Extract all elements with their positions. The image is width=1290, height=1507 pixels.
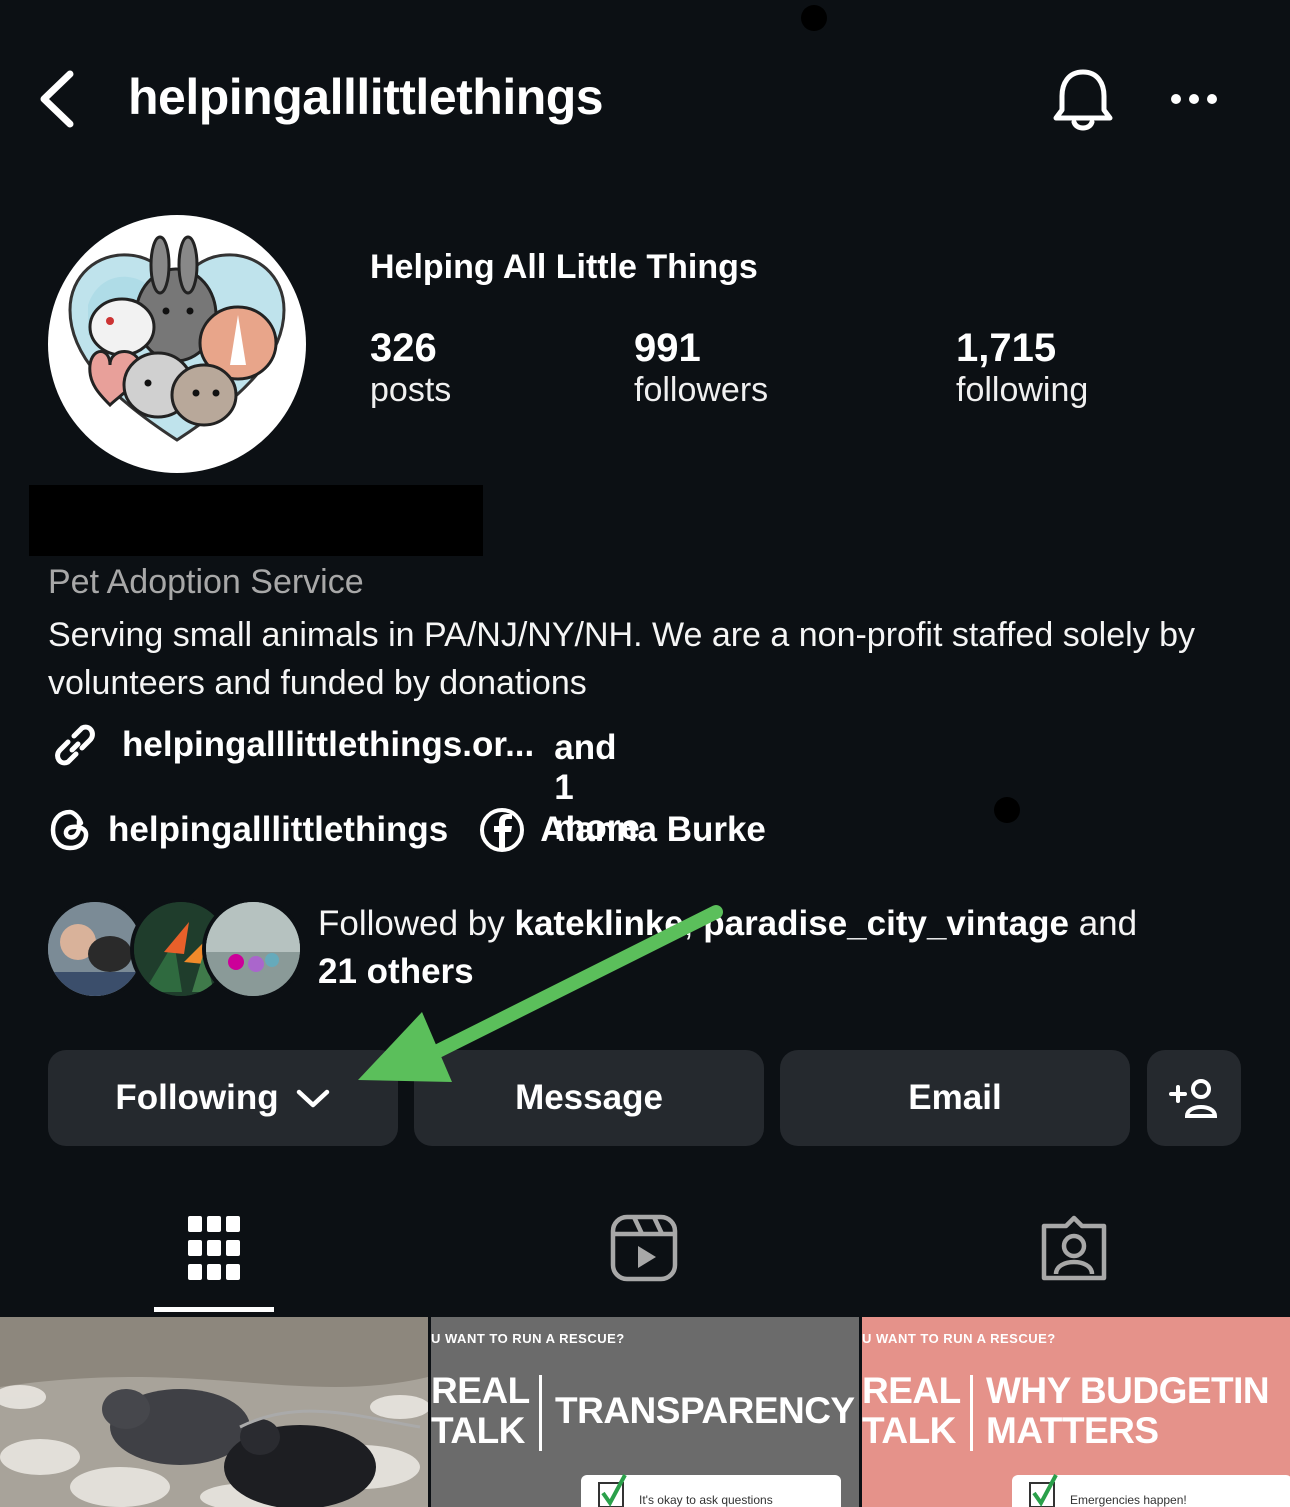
tab-tagged[interactable] bbox=[1040, 1214, 1108, 1287]
mice-photo bbox=[0, 1317, 428, 1507]
stat-value: 991 bbox=[634, 326, 701, 370]
follower-name[interactable]: paradise_city_vintage bbox=[703, 904, 1069, 943]
black-dot bbox=[994, 797, 1020, 823]
logo-animals-heart bbox=[68, 235, 286, 442]
notifications-button[interactable] bbox=[1050, 66, 1116, 136]
following-label: Following bbox=[115, 1078, 279, 1117]
more-options-button[interactable] bbox=[1168, 82, 1224, 116]
stat-label: posts bbox=[370, 371, 452, 409]
threads-handle[interactable]: helpingalllittlethings bbox=[108, 810, 448, 850]
follower-avatar[interactable] bbox=[202, 898, 304, 1000]
post-kicker: U WANT TO RUN A RESCUE? bbox=[862, 1331, 1056, 1346]
post-kicker: U WANT TO RUN A RESCUE? bbox=[431, 1331, 625, 1346]
link-icon bbox=[55, 724, 95, 766]
profile-avatar[interactable] bbox=[48, 215, 306, 473]
post-right-title: TRANSPARENCY bbox=[555, 1390, 855, 1431]
threads-icon bbox=[50, 809, 89, 851]
facebook-icon bbox=[480, 808, 525, 852]
grid-post[interactable]: U WANT TO RUN A RESCUE? REAL TALK WHY BU… bbox=[862, 1317, 1290, 1507]
stat-posts[interactable]: 326 posts bbox=[370, 326, 451, 410]
post-right-title: WHY BUDGETIN MATTERS bbox=[986, 1370, 1270, 1451]
tab-reels[interactable] bbox=[610, 1214, 678, 1287]
social-links: helpingalllittlethings Alanna Burke bbox=[48, 805, 766, 855]
profile-username: helpingalllittlethings bbox=[128, 69, 604, 125]
stat-label: following bbox=[956, 371, 1089, 409]
profile-category: Pet Adoption Service bbox=[48, 563, 364, 601]
checkmark-icon bbox=[1029, 1474, 1058, 1507]
tagged-person-icon bbox=[1041, 1215, 1107, 1281]
follower-photo bbox=[206, 902, 300, 996]
and-text: and bbox=[1068, 904, 1138, 943]
more-links[interactable]: and 1 more bbox=[554, 728, 640, 847]
post-left-title: REAL TALK bbox=[431, 1370, 530, 1451]
black-dot bbox=[801, 5, 827, 31]
active-tab-indicator bbox=[154, 1307, 274, 1312]
redaction-bar bbox=[29, 485, 483, 556]
email-label: Email bbox=[908, 1078, 1002, 1117]
grid-icon bbox=[188, 1216, 240, 1280]
grid-post[interactable] bbox=[0, 1317, 428, 1507]
bell-icon bbox=[1053, 69, 1113, 131]
chevron-left-icon bbox=[40, 70, 74, 128]
suggested-users-button[interactable] bbox=[1147, 1050, 1241, 1146]
divider bbox=[539, 1375, 542, 1451]
stat-followers[interactable]: 991 followers bbox=[634, 326, 768, 410]
profile-link[interactable]: helpingalllittlethings.or... bbox=[122, 725, 534, 765]
grid-post[interactable]: U WANT TO RUN A RESCUE? REAL TALK TRANSP… bbox=[431, 1317, 859, 1507]
stat-following[interactable]: 1,715 following bbox=[956, 326, 1088, 410]
stat-label: followers bbox=[634, 371, 769, 409]
profile-bio: Serving small animals in PA/NJ/NY/NH. We… bbox=[48, 616, 1196, 702]
stat-value: 1,715 bbox=[956, 326, 1057, 370]
ellipsis-icon bbox=[1171, 94, 1217, 104]
stat-value: 326 bbox=[370, 326, 437, 370]
checkmark-icon bbox=[598, 1474, 627, 1507]
divider bbox=[970, 1375, 973, 1451]
profile-links[interactable]: helpingalllittlethings.or... and 1 more bbox=[48, 720, 640, 847]
follower-photo bbox=[48, 902, 142, 996]
annotation-arrow bbox=[358, 905, 723, 1082]
post-left-title: REAL TALK bbox=[862, 1370, 961, 1451]
note-text: It's okay to ask questions bbox=[639, 1493, 773, 1507]
reels-icon bbox=[610, 1214, 678, 1282]
chevron-down-icon bbox=[296, 1089, 329, 1108]
facebook-name[interactable]: Alanna Burke bbox=[540, 810, 766, 850]
display-name: Helping All Little Things bbox=[370, 248, 758, 286]
add-person-icon bbox=[1169, 1079, 1218, 1118]
note-text: Emergencies happen! bbox=[1070, 1493, 1187, 1507]
tab-posts-grid[interactable] bbox=[186, 1214, 242, 1287]
following-button[interactable]: Following bbox=[48, 1050, 398, 1146]
back-button[interactable] bbox=[34, 66, 84, 132]
email-button[interactable]: Email bbox=[780, 1050, 1130, 1146]
